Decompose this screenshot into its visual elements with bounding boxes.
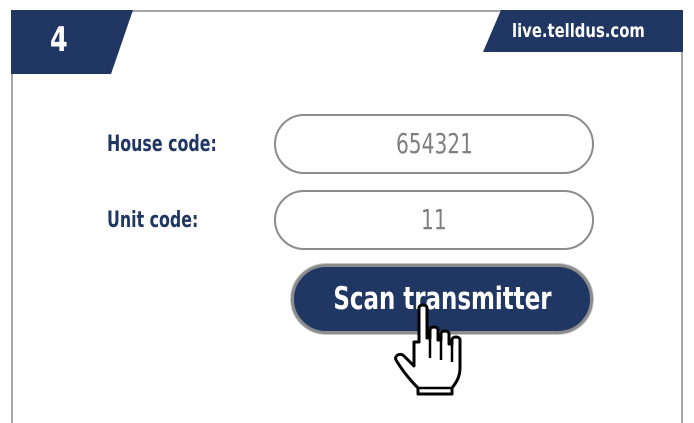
house-code-value: 654321 (395, 127, 473, 160)
unit-code-field[interactable]: 11 (274, 190, 594, 250)
step-number: 4 (50, 20, 68, 60)
unit-code-label: Unit code: (107, 208, 199, 233)
house-code-label: House code: (107, 132, 217, 157)
site-url: live.telldus.com (512, 20, 645, 42)
house-code-field[interactable]: 654321 (274, 114, 594, 174)
unit-code-value: 11 (421, 203, 447, 236)
hand-pointer-icon (394, 303, 462, 396)
